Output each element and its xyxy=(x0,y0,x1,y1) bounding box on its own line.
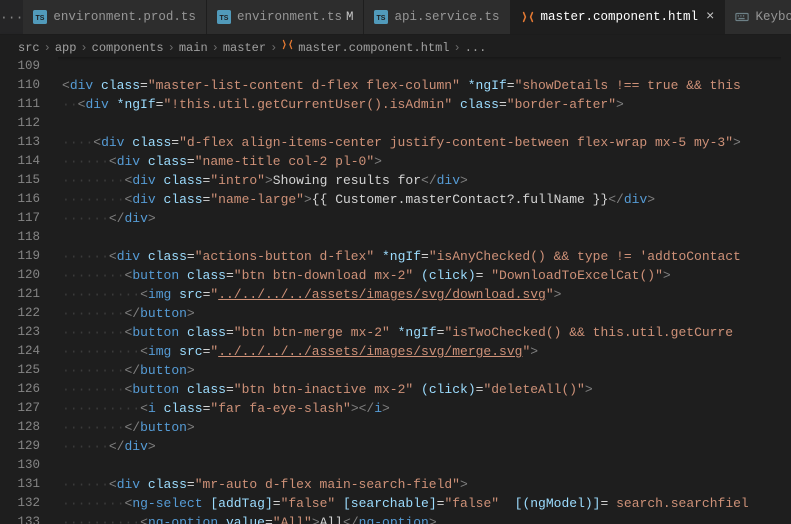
line-number: 109 xyxy=(0,57,40,76)
chevron-right-icon: › xyxy=(212,41,219,55)
chevron-right-icon: › xyxy=(44,41,51,55)
line-number: 119 xyxy=(0,247,40,266)
line-number: 112 xyxy=(0,114,40,133)
tab-label: environment.prod.ts xyxy=(53,10,196,24)
code-content[interactable]: <div class="master-list-content d-flex f… xyxy=(58,57,791,524)
file-icon xyxy=(521,10,535,24)
chevron-right-icon: › xyxy=(168,41,175,55)
code-line[interactable] xyxy=(62,114,791,133)
code-line[interactable]: <img src="../../../../assets/images/svg/… xyxy=(62,285,791,304)
line-number: 116 xyxy=(0,190,40,209)
breadcrumb[interactable]: src›app›components›main›master›master.co… xyxy=(0,35,791,57)
code-line[interactable]: <img src="../../../../assets/images/svg/… xyxy=(62,342,791,361)
code-line[interactable] xyxy=(62,57,791,76)
line-number: 127 xyxy=(0,399,40,418)
code-line[interactable]: <div class="actions-button d-flex" *ngIf… xyxy=(62,247,791,266)
line-number: 131 xyxy=(0,475,40,494)
line-number: 124 xyxy=(0,342,40,361)
chevron-right-icon: › xyxy=(80,41,87,55)
code-line[interactable]: </button> xyxy=(62,361,791,380)
svg-text:TS: TS xyxy=(377,15,386,22)
line-number: 113 xyxy=(0,133,40,152)
code-line[interactable]: <div class="name-large">{{ Customer.mast… xyxy=(62,190,791,209)
file-icon xyxy=(735,10,749,24)
line-number: 128 xyxy=(0,418,40,437)
line-number: 115 xyxy=(0,171,40,190)
line-number: 130 xyxy=(0,456,40,475)
chevron-right-icon: › xyxy=(270,41,277,55)
breadcrumb-segment[interactable]: master.component.html xyxy=(298,41,449,55)
editor-tab-2[interactable]: TS api.service.ts xyxy=(364,0,510,34)
code-line[interactable]: <button class="btn btn-merge mx-2" *ngIf… xyxy=(62,323,791,342)
line-number: 129 xyxy=(0,437,40,456)
file-icon: TS xyxy=(374,10,388,24)
tab-label: Keyboa xyxy=(755,10,791,24)
breadcrumb-segment[interactable]: ... xyxy=(465,41,487,55)
code-line[interactable]: <div class="d-flex align-items-center ju… xyxy=(62,133,791,152)
line-number: 120 xyxy=(0,266,40,285)
breadcrumb-segment[interactable]: app xyxy=(55,41,77,55)
code-line[interactable]: <ng-select [addTag]="false" [searchable]… xyxy=(62,494,791,513)
code-line[interactable]: </div> xyxy=(62,437,791,456)
chevron-right-icon: › xyxy=(454,41,461,55)
line-number: 123 xyxy=(0,323,40,342)
line-number: 122 xyxy=(0,304,40,323)
code-line[interactable]: <i class="far fa-eye-slash"></i> xyxy=(62,399,791,418)
modified-indicator: M xyxy=(346,10,354,24)
editor-tab-0[interactable]: TS environment.prod.ts xyxy=(23,0,207,34)
code-line[interactable] xyxy=(62,456,791,475)
tab-label: environment.ts xyxy=(237,10,342,24)
code-line[interactable]: <button class="btn btn-inactive mx-2" (c… xyxy=(62,380,791,399)
file-icon: TS xyxy=(217,10,231,24)
breadcrumb-segment[interactable]: components xyxy=(92,41,164,55)
code-line[interactable]: <div class="intro">Showing results for</… xyxy=(62,171,791,190)
line-number: 118 xyxy=(0,228,40,247)
code-line[interactable]: </button> xyxy=(62,304,791,323)
tab-label: api.service.ts xyxy=(394,10,499,24)
minimap-scrollbar[interactable] xyxy=(781,57,791,524)
line-number: 110 xyxy=(0,76,40,95)
close-icon[interactable]: × xyxy=(706,9,714,25)
tab-label: master.component.html xyxy=(541,10,699,24)
code-line[interactable]: <ng-option value="All">All</ng-option> xyxy=(62,513,791,524)
line-number: 114 xyxy=(0,152,40,171)
breadcrumb-segment[interactable]: master xyxy=(223,41,266,55)
line-number: 126 xyxy=(0,380,40,399)
breadcrumb-segment[interactable]: main xyxy=(179,41,208,55)
line-number-gutter: 1091101111121131141151161171181191201211… xyxy=(0,57,58,524)
code-line[interactable] xyxy=(62,228,791,247)
breadcrumb-segment[interactable]: src xyxy=(18,41,40,55)
editor-tab-bar: ··· TS environment.prod.ts TS environment.t… xyxy=(0,0,791,35)
svg-text:TS: TS xyxy=(36,15,45,22)
line-number: 125 xyxy=(0,361,40,380)
code-line[interactable]: </button> xyxy=(62,418,791,437)
line-number: 117 xyxy=(0,209,40,228)
code-line[interactable]: </div> xyxy=(62,209,791,228)
code-line[interactable]: <button class="btn btn-download mx-2" (c… xyxy=(62,266,791,285)
line-number: 132 xyxy=(0,494,40,513)
line-number: 111 xyxy=(0,95,40,114)
line-number: 133 xyxy=(0,513,40,524)
line-number: 121 xyxy=(0,285,40,304)
ellipsis-icon: ··· xyxy=(0,10,23,25)
file-icon: TS xyxy=(33,10,47,24)
code-editor[interactable]: 1091101111121131141151161171181191201211… xyxy=(0,57,791,524)
code-line[interactable]: <div class="name-title col-2 pl-0"> xyxy=(62,152,791,171)
editor-tab-4[interactable]: Keyboa xyxy=(725,0,791,34)
editor-tab-1[interactable]: TS environment.ts M xyxy=(207,0,365,34)
code-line[interactable]: <div class="mr-auto d-flex main-search-f… xyxy=(62,475,791,494)
tab-overflow-button[interactable]: ··· xyxy=(0,0,23,34)
editor-tab-3[interactable]: master.component.html × xyxy=(511,0,726,34)
code-line[interactable]: <div *ngIf="!this.util.getCurrentUser().… xyxy=(62,95,791,114)
svg-text:TS: TS xyxy=(219,15,228,22)
code-line[interactable]: <div class="master-list-content d-flex f… xyxy=(62,76,791,95)
file-icon xyxy=(281,38,294,51)
